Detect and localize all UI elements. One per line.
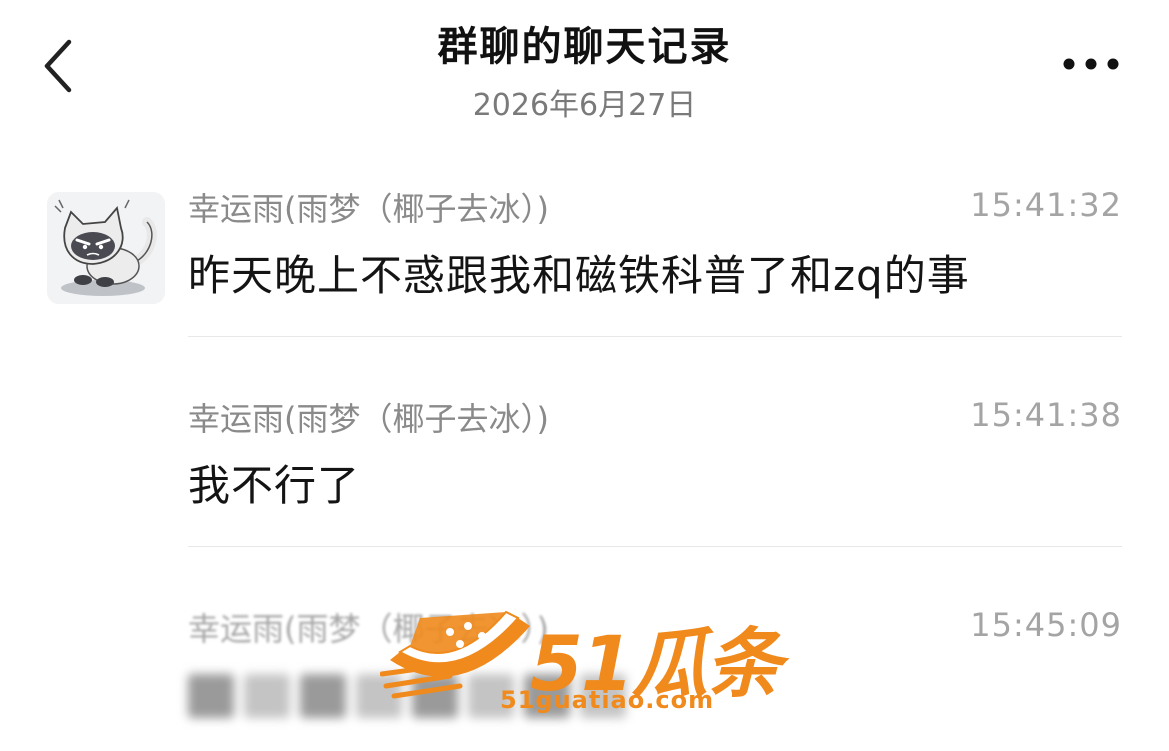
blurred-glyph [524,674,570,718]
more-button[interactable] [1053,42,1129,86]
page-date: 2026年6月27日 [472,88,697,123]
cat-sticker-avatar-icon [47,192,165,304]
blurred-glyph [412,674,458,718]
page-title: 群聊的聊天记录 [437,24,732,70]
message-text[interactable]: 昨天晚上不惑跟我和磁铁科普了和zq的事 [188,242,970,303]
divider [188,336,1122,337]
message-item[interactable]: 幸运雨(雨梦（椰子去冰）) 15:45:09 [0,604,1169,751]
blurred-glyph [244,674,290,718]
sender-name: 幸运雨(雨梦（椰子去冰）) [188,400,549,438]
blurred-glyph [300,674,346,718]
message-text[interactable]: 我不行了 [188,452,360,513]
blurred-glyph [468,674,514,718]
blurred-message-text[interactable] [188,674,626,722]
sender-name: 幸运雨(雨梦（椰子去冰）) [188,190,549,228]
blurred-glyph [580,674,626,718]
message-item[interactable]: 幸运雨(雨梦（椰子去冰）) 15:41:38 我不行了 [0,394,1169,547]
header: 群聊的聊天记录 2026年6月27日 [0,0,1169,140]
message-time: 15:41:32 [970,186,1122,224]
message-time: 15:41:38 [970,396,1122,434]
sender-name: 幸运雨(雨梦（椰子去冰）) [188,610,549,648]
message-item[interactable]: 幸运雨(雨梦（椰子去冰）) 15:41:32 昨天晚上不惑跟我和磁铁科普了和zq… [0,184,1169,337]
more-horizontal-icon [1063,58,1119,70]
avatar[interactable] [47,192,165,304]
message-time: 15:45:09 [970,606,1122,644]
blurred-glyph [188,674,234,718]
blurred-glyph [356,674,402,718]
divider [188,546,1122,547]
message-list: 幸运雨(雨梦（椰子去冰）) 15:41:32 昨天晚上不惑跟我和磁铁科普了和zq… [0,140,1169,751]
chat-history-page: 群聊的聊天记录 2026年6月27日 幸运雨(雨梦（椰子去冰）) 15:41:3… [0,0,1169,751]
